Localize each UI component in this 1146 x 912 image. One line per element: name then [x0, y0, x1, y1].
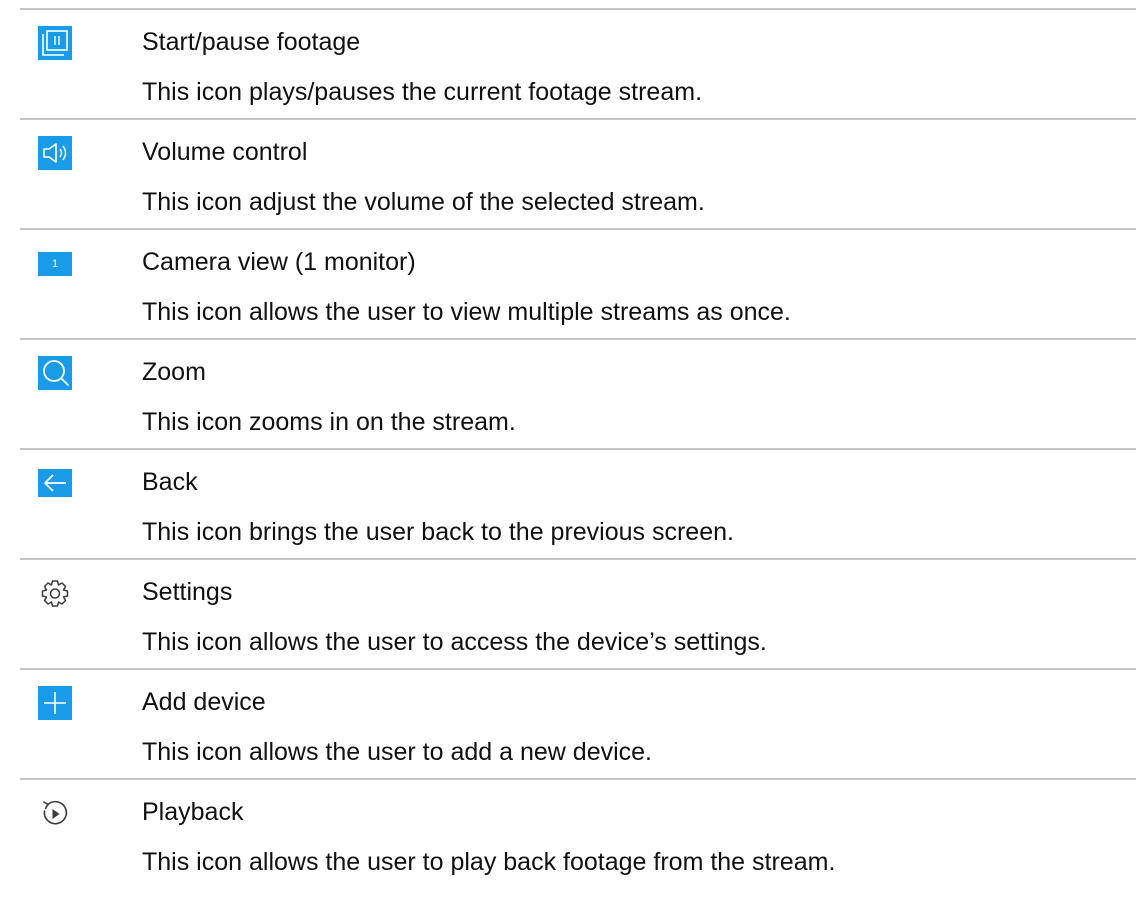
single-camera-view-icon: 1	[38, 252, 72, 276]
playback-icon	[38, 796, 72, 830]
legend-description: This icon allows the user to access the …	[142, 628, 767, 656]
camera-view-number: 1	[51, 258, 59, 270]
legend-row-start-pause: Start/pause footage This icon plays/paus…	[20, 8, 1136, 118]
legend-title: Volume control	[142, 138, 308, 166]
legend-description: This icon allows the user to view multip…	[142, 298, 791, 326]
legend-row-back: Back This icon brings the user back to t…	[20, 448, 1136, 558]
pause-icon	[38, 26, 72, 60]
legend-description: This icon brings the user back to the pr…	[142, 518, 734, 546]
legend-description: This icon zooms in on the stream.	[142, 408, 516, 436]
legend-row-playback: Playback This icon allows the user to pl…	[20, 778, 1136, 888]
legend-description: This icon plays/pauses the current foota…	[142, 78, 703, 106]
legend-row-settings: Settings This icon allows the user to ac…	[20, 558, 1136, 668]
legend-title: Camera view (1 monitor)	[142, 248, 416, 276]
legend-row-zoom: Zoom This icon zooms in on the stream.	[20, 338, 1136, 448]
legend-description: This icon allows the user to play back f…	[142, 848, 836, 876]
legend-title: Playback	[142, 798, 244, 826]
legend-row-camera-view: 1 Camera view (1 monitor) This icon allo…	[20, 228, 1136, 338]
icon-legend: Start/pause footage This icon plays/paus…	[20, 8, 1136, 888]
legend-row-volume: Volume control This icon adjust the volu…	[20, 118, 1136, 228]
legend-title: Settings	[142, 578, 233, 606]
zoom-icon	[38, 356, 72, 390]
gear-icon	[38, 576, 72, 610]
legend-title: Add device	[142, 688, 266, 716]
volume-icon	[38, 136, 72, 170]
legend-description: This icon adjust the volume of the selec…	[142, 188, 705, 216]
legend-title: Start/pause footage	[142, 28, 361, 56]
plus-icon	[38, 686, 72, 720]
legend-row-add-device: Add device This icon allows the user to …	[20, 668, 1136, 778]
back-arrow-icon	[38, 469, 72, 497]
legend-title: Zoom	[142, 358, 206, 386]
legend-description: This icon allows the user to add a new d…	[142, 738, 652, 766]
legend-title: Back	[142, 468, 198, 496]
